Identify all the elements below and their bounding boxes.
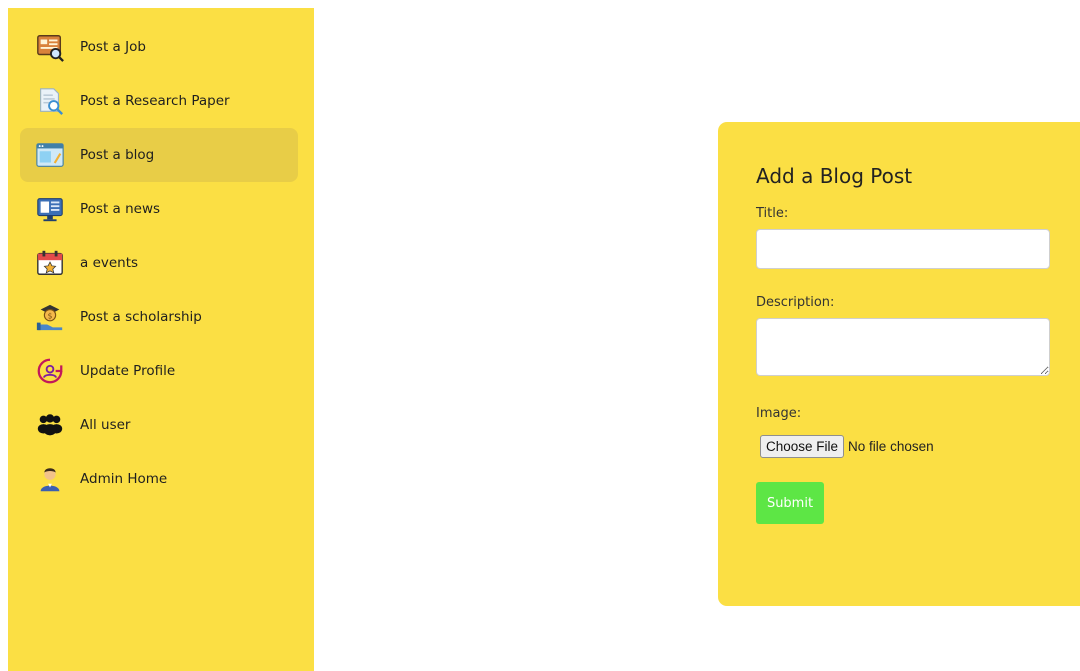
sidebar-item-label: Admin Home xyxy=(80,471,168,487)
form-heading: Add a Blog Post xyxy=(756,164,913,188)
update-profile-icon xyxy=(34,355,66,387)
sidebar-item-admin-home[interactable]: Admin Home xyxy=(20,452,298,506)
sidebar-item-update-profile[interactable]: Update Profile xyxy=(20,344,298,398)
sidebar-item-post-news[interactable]: Post a news xyxy=(20,182,298,236)
sidebar-item-all-user[interactable]: All user xyxy=(20,398,298,452)
sidebar-item-label: Post a scholarship xyxy=(80,309,202,325)
sidebar-item-label: All user xyxy=(80,417,131,433)
add-blog-post-form: Add a Blog Post Title: Description: Imag… xyxy=(718,122,1080,606)
job-board-icon xyxy=(34,31,66,63)
sidebar-item-label: Post a Research Paper xyxy=(80,93,230,109)
admin-user-icon xyxy=(34,463,66,495)
sidebar-item-post-blog[interactable]: Post a blog xyxy=(20,128,298,182)
image-file-input: Choose File No file chosen xyxy=(756,435,1068,458)
image-label: Image: xyxy=(756,406,802,421)
description-textarea[interactable] xyxy=(756,318,1050,376)
submit-button[interactable]: Submit xyxy=(756,482,824,524)
sidebar-item-post-job[interactable]: Post a Job xyxy=(20,20,298,74)
sidebar-item-label: Post a news xyxy=(80,201,161,217)
sidebar: Post a Job Post a Research Paper Post a … xyxy=(8,8,314,671)
svg-text:$: $ xyxy=(48,311,53,320)
sidebar-item-label: Post a blog xyxy=(80,147,155,163)
scholarship-icon: $ xyxy=(34,301,66,333)
news-icon xyxy=(34,193,66,225)
research-paper-icon xyxy=(34,85,66,117)
sidebar-item-label: Post a Job xyxy=(80,39,146,55)
sidebar-item-post-research-paper[interactable]: Post a Research Paper xyxy=(20,74,298,128)
calendar-icon xyxy=(34,247,66,279)
sidebar-item-events[interactable]: a events xyxy=(20,236,298,290)
users-group-icon xyxy=(34,409,66,441)
title-input[interactable] xyxy=(756,229,1050,269)
sidebar-item-post-scholarship[interactable]: $ Post a scholarship xyxy=(20,290,298,344)
choose-file-button[interactable]: Choose File xyxy=(760,435,845,458)
sidebar-item-label: Update Profile xyxy=(80,363,176,379)
sidebar-item-label: a events xyxy=(80,255,139,271)
description-label: Description: xyxy=(756,295,835,310)
file-status-text: No file chosen xyxy=(848,439,934,454)
title-label: Title: xyxy=(756,206,789,221)
blog-icon xyxy=(34,139,66,171)
